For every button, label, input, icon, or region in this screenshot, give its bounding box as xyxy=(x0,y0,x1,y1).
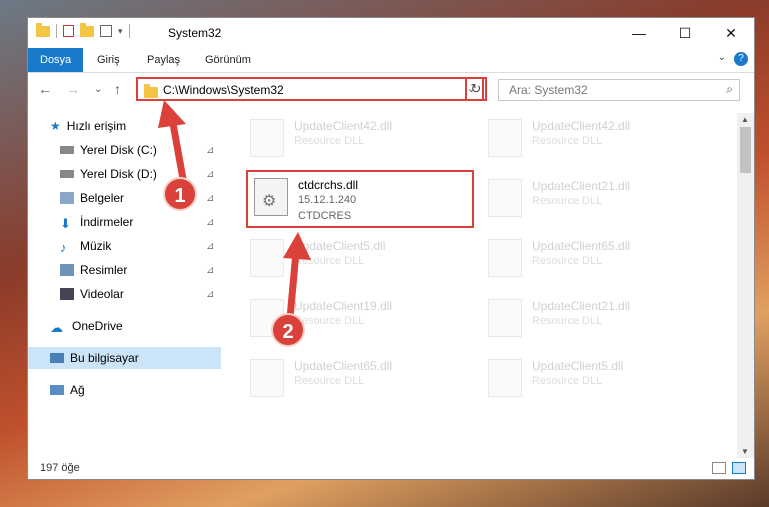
callout-badge-1: 1 xyxy=(163,177,197,211)
arrow-to-file xyxy=(283,232,311,319)
callout-arrows xyxy=(158,100,311,319)
callout-badge-2: 2 xyxy=(271,313,305,347)
